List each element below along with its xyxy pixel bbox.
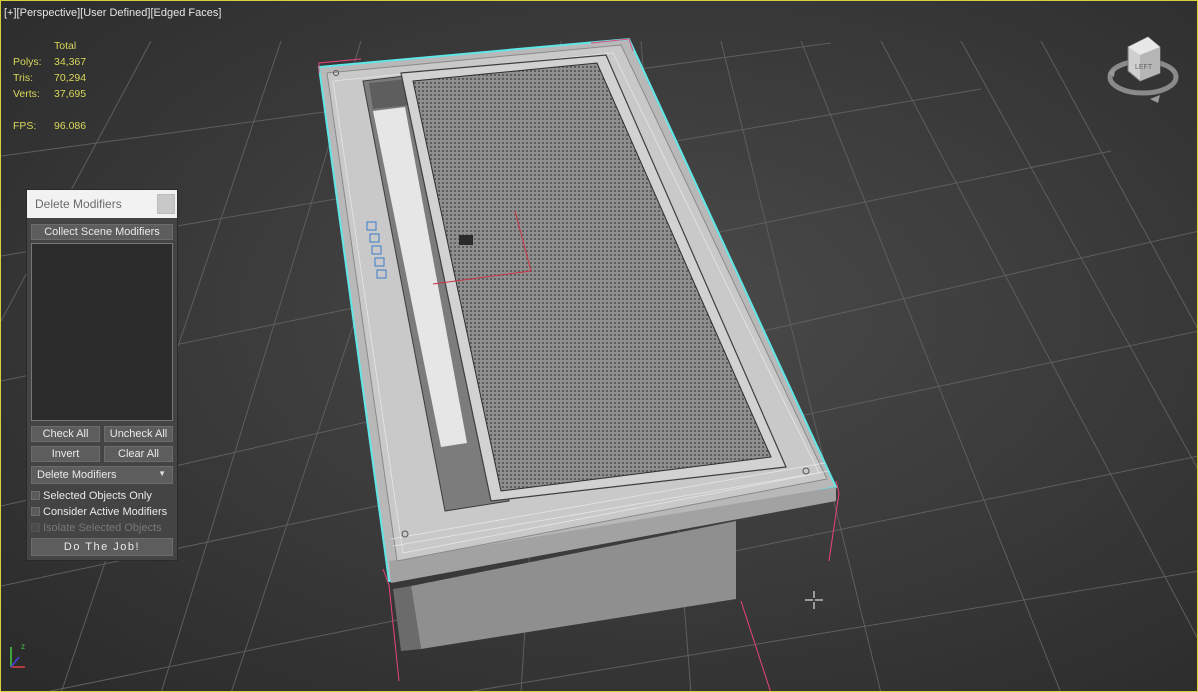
- do-the-job-button[interactable]: Do The Job!: [31, 538, 173, 556]
- checkbox-box: [31, 523, 40, 532]
- checkbox-label: Selected Objects Only: [43, 489, 152, 502]
- delete-modifiers-panel: Delete Modifiers Collect Scene Modifiers…: [27, 190, 177, 560]
- modifiers-list[interactable]: [31, 243, 173, 421]
- clear-all-button[interactable]: Clear All: [104, 446, 173, 462]
- uncheck-all-button[interactable]: Uncheck All: [104, 426, 173, 442]
- axis-tripod-icon: z: [3, 637, 33, 682]
- close-icon[interactable]: [157, 194, 175, 214]
- fps-label: FPS:: [13, 120, 37, 132]
- perspective-viewport[interactable]: [+][Perspective][User Defined][Edged Fac…: [0, 0, 1198, 692]
- consider-active-modifiers-checkbox[interactable]: Consider Active Modifiers: [31, 504, 167, 519]
- tris-label: Tris:: [13, 72, 34, 84]
- panel-title: Delete Modifiers: [35, 197, 122, 211]
- collect-scene-modifiers-button[interactable]: Collect Scene Modifiers: [31, 224, 173, 240]
- polys-value: 34,367: [54, 56, 87, 68]
- isolate-selected-objects-checkbox: Isolate Selected Objects: [31, 520, 162, 535]
- mode-dropdown[interactable]: Delete Modifiers ▼: [31, 466, 173, 484]
- tris-value: 70,294: [54, 72, 87, 84]
- check-all-button[interactable]: Check All: [31, 426, 100, 442]
- viewcube-icon[interactable]: LEFT: [1104, 33, 1182, 110]
- selected-objects-only-checkbox[interactable]: Selected Objects Only: [31, 488, 152, 503]
- fps-value: 96.086: [54, 120, 87, 132]
- viewport-label-bar: [+][Perspective][User Defined][Edged Fac…: [4, 7, 221, 19]
- viewcube-face-label: LEFT: [1135, 64, 1153, 71]
- mode-dropdown-value: Delete Modifiers: [37, 469, 117, 481]
- viewport-menu-shading[interactable]: [User Defined]: [80, 7, 150, 19]
- verts-value: 37,695: [54, 88, 87, 100]
- invert-button[interactable]: Invert: [31, 446, 100, 462]
- polys-label: Polys:: [13, 56, 42, 68]
- verts-label: Verts:: [13, 88, 40, 100]
- viewport-menu-display[interactable]: [Edged Faces]: [150, 7, 221, 19]
- move-cursor-icon: [804, 590, 824, 615]
- panel-titlebar[interactable]: Delete Modifiers: [27, 190, 177, 218]
- checkbox-label: Isolate Selected Objects: [43, 521, 162, 534]
- svg-text:z: z: [21, 642, 25, 651]
- viewport-menu-plus[interactable]: [+]: [4, 7, 17, 19]
- checkbox-box[interactable]: [31, 491, 40, 500]
- chevron-down-icon: ▼: [158, 469, 166, 478]
- scene-canvas[interactable]: [1, 1, 1198, 692]
- checkbox-label: Consider Active Modifiers: [43, 505, 168, 518]
- scene-statistics: Total Polys: 34,367 Tris: 70,294 Verts: 37,…: [13, 38, 114, 134]
- checkbox-box[interactable]: [31, 507, 40, 516]
- viewport-menu-pov[interactable]: [Perspective]: [17, 7, 81, 19]
- stats-header: Total: [54, 40, 77, 52]
